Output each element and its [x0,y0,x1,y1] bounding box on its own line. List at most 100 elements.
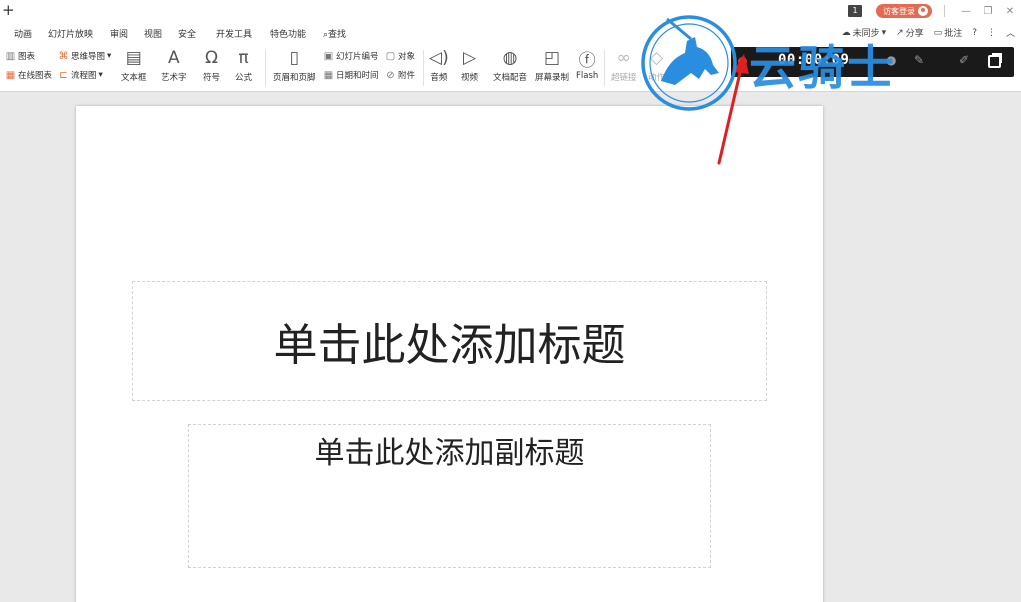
divider [944,5,945,17]
omega-icon: Ω [205,48,218,68]
title-placeholder-text: 单击此处添加标题 [273,320,626,371]
stop-record-button[interactable] [988,53,1002,68]
flowchart-button[interactable]: ⊏ 流程图 ▾ [58,69,103,82]
subtitle-placeholder[interactable]: 单击此处添加副标题 [188,424,711,568]
online-chart-button[interactable]: ▦ 在线图表 [5,69,53,82]
title-placeholder[interactable]: 单击此处添加标题 [132,281,767,401]
chart-button[interactable]: ▥ 图表 [5,50,36,63]
flash-label: Flash [576,71,599,81]
brush-icon[interactable]: ✐ [959,53,969,67]
sync-button[interactable]: ☁ 未同步 ▾ [841,26,887,40]
help-button[interactable]: ? [972,28,977,38]
wordart-button[interactable]: A 艺术字 [161,47,187,83]
screen-record-label: 屏幕录制 [535,73,570,83]
restore-button[interactable]: ❐ [977,6,999,17]
tab-view[interactable]: 视图 [144,27,162,40]
comment-button[interactable]: ▭ 批注 [934,26,963,40]
find-label: 查找 [328,30,347,40]
datetime-label: 日期和时间 [336,71,379,81]
chevron-down-icon: ▾ [107,51,112,61]
tab-review[interactable]: 审阅 [110,27,128,40]
mindmap-icon: ⌘ [58,50,69,62]
title-bar: + 1 访客登录 — ❐ ✕ [0,0,1021,22]
slide-number-label: 幻灯片编号 [336,52,379,62]
chart-icon: ▥ [5,50,16,62]
find-button[interactable]: ⌕查找 [323,27,346,40]
close-button[interactable]: ✕ [999,6,1021,17]
object-icon: ▢ [385,50,396,62]
more-icon[interactable]: ⋮ [987,28,996,38]
textbox-button[interactable]: ▤ 文本框 [121,47,147,83]
hyperlink-label: 超链接 [611,73,637,83]
collapse-ribbon-icon[interactable]: ︿ [1006,26,1015,39]
tab-animation[interactable]: 动画 [14,27,32,40]
chevron-down-icon: ▾ [98,70,103,80]
guest-login-button[interactable]: 访客登录 [876,4,932,18]
video-icon: ▷ [462,48,477,68]
mindmap-label: 思维导图 [71,52,106,62]
tab-security[interactable]: 安全 [178,27,196,40]
online-chart-icon: ▦ [5,69,16,81]
screen-record-button[interactable]: ◰ 屏幕录制 [535,47,569,83]
attachment-button[interactable]: ⊘ 附件 [385,69,416,82]
chevron-down-icon: ▾ [881,27,887,38]
header-footer-button[interactable]: ▯ 页眉和页脚 [273,47,316,83]
menu-right-group: ☁ 未同步 ▾ ↗ 分享 ▭ 批注 ? ⋮ ︿ [841,26,1015,40]
tab-slideshow[interactable]: 幻灯片放映 [48,27,93,40]
video-button[interactable]: ▷ 视频 [461,47,478,83]
share-label: 分享 [905,29,924,39]
recording-timer: 00:00:09 [778,52,850,68]
flowchart-label: 流程图 [71,71,97,81]
minimize-button[interactable]: — [955,6,977,17]
divider [423,50,424,86]
datetime-button[interactable]: ▦ 日期和时间 [323,69,379,82]
share-icon: ↗ [896,27,904,38]
symbol-label: 符号 [203,73,221,83]
online-chart-label: 在线图表 [18,71,53,81]
symbol-button[interactable]: Ω 符号 [203,47,220,83]
action-label: 动作 [648,73,666,83]
avatar [918,6,928,16]
tab-developer[interactable]: 开发工具 [216,27,252,40]
share-button[interactable]: ↗ 分享 [896,26,924,40]
pen-icon[interactable]: ✎ [914,53,924,67]
audio-button[interactable]: ◁) 音频 [429,47,449,83]
object-label: 对象 [398,52,416,62]
doc-dub-label: 文档配音 [493,73,528,83]
link-icon: ∞ [616,48,631,68]
slide-canvas[interactable]: 单击此处添加标题 单击此处添加副标题 [76,106,823,602]
textbox-icon: ▤ [125,48,142,68]
subtitle-placeholder-text: 单击此处添加副标题 [314,436,585,471]
pi-icon: π [238,48,249,68]
guest-login-label: 访客登录 [883,6,915,16]
flash-button[interactable]: ⓕ Flash [576,47,599,82]
wordart-label: 艺术字 [161,73,187,83]
flash-icon: ⓕ [578,50,596,71]
pause-icon[interactable]: ● [886,53,896,67]
microphone-icon: ◍ [502,48,518,68]
paperclip-icon: ⊘ [386,69,395,81]
menu-bar: 动画 幻灯片放映 审阅 视图 安全 开发工具 特色功能 ⌕查找 ☁ 未同步 ▾ ↗ 分… [0,22,1021,44]
annotation-arrow [717,54,749,165]
slide-number-button[interactable]: ▣ 幻灯片编号 [323,50,379,63]
tab-features[interactable]: 特色功能 [270,27,306,40]
audio-label: 音频 [430,73,448,83]
screen-record-icon: ◰ [543,48,561,68]
cloud-icon: ☁ [841,27,851,38]
attachment-label: 附件 [398,71,416,81]
action-button[interactable]: ◇ 动作 [648,47,665,83]
chart-label: 图表 [18,52,36,62]
flowchart-icon: ⊏ [59,69,68,81]
object-button[interactable]: ▢ 对象 [385,50,416,63]
video-label: 视频 [461,73,479,83]
new-tab-button[interactable]: + [2,1,15,19]
hyperlink-button[interactable]: ∞ 超链接 [611,47,637,83]
speaker-icon: ◁) [429,48,449,68]
doc-dub-button[interactable]: ◍ 文档配音 [493,47,527,83]
textbox-label: 文本框 [121,73,147,83]
calendar-icon: ▦ [323,69,334,81]
page-count-badge[interactable]: 1 [848,5,862,17]
mindmap-button[interactable]: ⌘ 思维导图 ▾ [58,50,112,63]
formula-button[interactable]: π 公式 [235,47,252,83]
wordart-icon: A [167,48,180,68]
